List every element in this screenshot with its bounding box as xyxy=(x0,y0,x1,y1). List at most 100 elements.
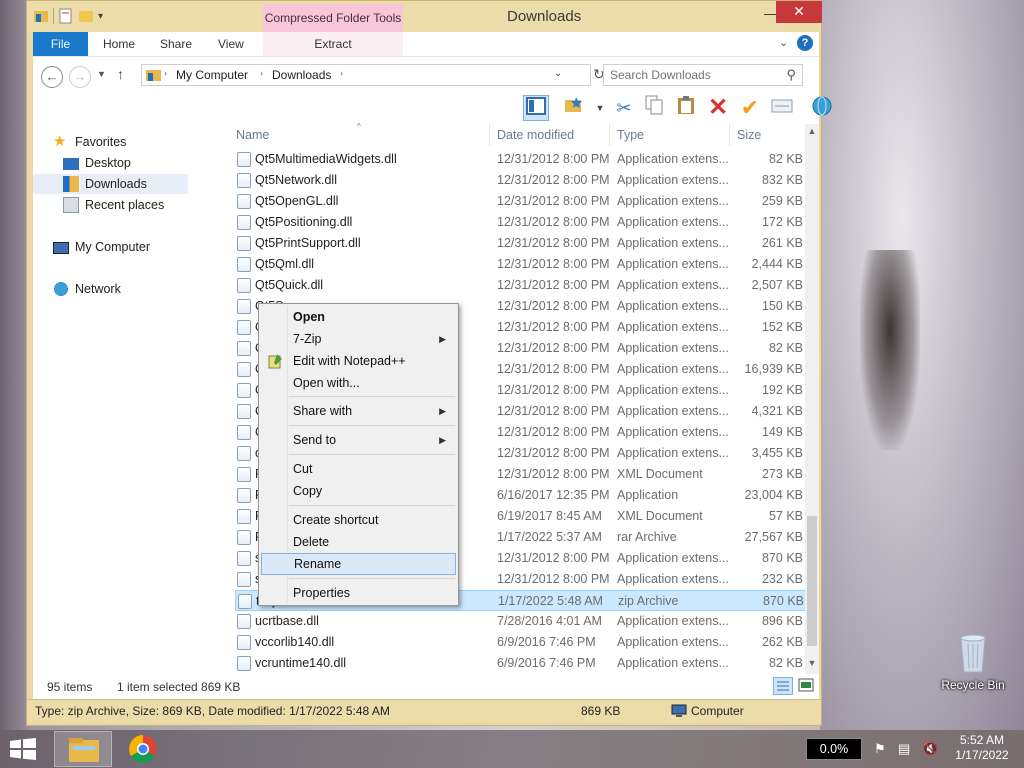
nav-network-label: Network xyxy=(75,282,121,296)
network-tray-icon[interactable]: ▤ xyxy=(898,741,910,768)
menu-item-open[interactable]: Open xyxy=(261,306,456,328)
column-header-type[interactable]: Type xyxy=(617,128,644,142)
tab-view[interactable]: View xyxy=(206,32,256,56)
cut-icon[interactable]: ✂ xyxy=(611,95,637,121)
nav-item-downloads[interactable]: Downloads xyxy=(63,174,147,194)
table-row[interactable]: Qt5Quick.dll 12/31/2012 8:00 PM Applicatio… xyxy=(235,275,807,296)
desktop-icon xyxy=(63,158,79,170)
up-button[interactable]: ↑ xyxy=(117,66,124,82)
back-button[interactable]: ← xyxy=(41,66,63,88)
table-row[interactable]: Qt5OpenGL.dll 12/31/2012 8:00 PM Applicati… xyxy=(235,191,807,212)
nav-item-my-computer[interactable]: My Computer xyxy=(53,237,150,257)
large-icons-view-icon[interactable] xyxy=(797,677,817,695)
address-dropdown-icon[interactable]: ⌄ xyxy=(554,68,562,79)
customize-qat-icon[interactable]: ▾ xyxy=(98,11,103,22)
delete-icon[interactable]: ✕ xyxy=(705,95,731,121)
desktop-icon-recycle-bin[interactable]: Recycle Bin xyxy=(938,630,1008,692)
menu-item-rename[interactable]: Rename xyxy=(261,553,456,575)
nav-item-desktop[interactable]: Desktop xyxy=(63,153,131,173)
file-date: 12/31/2012 8:00 PM xyxy=(497,236,610,250)
menu-item-copy[interactable]: Copy xyxy=(261,480,456,502)
column-divider[interactable] xyxy=(729,124,730,146)
table-row[interactable]: Qt5Network.dll 12/31/2012 8:00 PM Applicat… xyxy=(235,170,807,191)
preview-pane-icon[interactable] xyxy=(523,95,549,121)
volume-muted-icon[interactable]: 🔇 xyxy=(922,741,938,768)
file-type: rar Archive xyxy=(617,530,677,544)
file-date: 12/31/2012 8:00 PM xyxy=(497,173,610,187)
file-icon xyxy=(237,551,251,566)
column-divider[interactable] xyxy=(609,124,610,146)
table-row[interactable]: vcruntime140.dll 6/9/2016 7:46 PM Applicat… xyxy=(235,653,807,674)
tab-extract[interactable]: Extract xyxy=(263,32,403,56)
table-row[interactable]: Qt5Positioning.dll 12/31/2012 8:00 PM Appl… xyxy=(235,212,807,233)
nav-item-favorites[interactable]: ★ Favorites xyxy=(53,132,126,152)
help-icon[interactable]: ? xyxy=(797,35,813,51)
forward-button[interactable]: → xyxy=(69,66,91,88)
flag-icon[interactable]: ⚑ xyxy=(874,741,886,768)
menu-item-delete[interactable]: Delete xyxy=(261,531,456,553)
taskbar-file-explorer[interactable] xyxy=(54,731,112,767)
column-header-date[interactable]: Date modified xyxy=(497,128,574,142)
tab-home[interactable]: Home xyxy=(91,32,147,56)
command-toolbar: ▼ ✂ ✕ ✔ xyxy=(33,92,832,124)
search-box[interactable]: ⚲ xyxy=(603,64,803,86)
folder-nav-icon[interactable] xyxy=(33,8,49,24)
search-input[interactable] xyxy=(610,65,780,85)
file-icon xyxy=(237,299,251,314)
table-row[interactable]: Qt5Qml.dll 12/31/2012 8:00 PM Application … xyxy=(235,254,807,275)
menu-item-cut[interactable]: Cut xyxy=(261,458,456,480)
folder-options-icon[interactable] xyxy=(561,95,587,121)
menu-item-share-with[interactable]: Share with ▶ xyxy=(261,400,456,422)
clock[interactable]: 5:52 AM 1/17/2022 xyxy=(944,733,1020,763)
network-globe-icon[interactable] xyxy=(809,95,835,121)
recent-locations-icon[interactable]: ▼ xyxy=(97,69,106,79)
copy-icon[interactable] xyxy=(641,95,667,121)
title-bar[interactable]: ▾ Compressed Folder Tools Downloads — ✕ xyxy=(27,1,822,32)
column-header-name[interactable]: Name xyxy=(236,128,269,142)
options-dropdown-icon[interactable]: ▼ xyxy=(587,95,613,121)
menu-item-open-with[interactable]: Open with... xyxy=(261,372,456,394)
menu-item-create-shortcut[interactable]: Create shortcut xyxy=(261,509,456,531)
vertical-scrollbar[interactable]: ▲ ▼ xyxy=(805,124,819,674)
table-row[interactable]: ucrtbase.dll 7/28/2016 4:01 AM Application… xyxy=(235,611,807,632)
menu-item-properties[interactable]: Properties xyxy=(261,582,456,604)
nav-item-network[interactable]: Network xyxy=(53,279,121,299)
scrollbar-thumb[interactable] xyxy=(807,516,817,646)
tab-share[interactable]: Share xyxy=(148,32,204,56)
breadcrumb-downloads[interactable]: Downloads xyxy=(272,68,331,82)
nav-desktop-label: Desktop xyxy=(85,156,131,170)
taskbar-chrome[interactable] xyxy=(114,731,172,767)
menu-item-notepad[interactable]: Edit with Notepad++ xyxy=(261,350,456,372)
scroll-down-icon[interactable]: ▼ xyxy=(805,658,819,672)
quick-access-toolbar: ▾ xyxy=(33,8,103,24)
scroll-up-icon[interactable]: ▲ xyxy=(805,126,819,140)
file-type: Application extens... xyxy=(617,215,729,229)
details-view-icon[interactable] xyxy=(773,677,793,695)
file-date: 12/31/2012 8:00 PM xyxy=(497,446,610,460)
menu-item-7zip[interactable]: 7-Zip ▶ xyxy=(261,328,456,350)
close-button[interactable]: ✕ xyxy=(776,1,822,23)
expand-ribbon-icon[interactable]: ⌄ xyxy=(779,36,788,49)
notepad-plus-plus-icon xyxy=(268,354,282,369)
rename-icon[interactable]: ✔ xyxy=(737,95,763,121)
menu-item-send-to[interactable]: Send to ▶ xyxy=(261,429,456,451)
nav-item-recent[interactable]: Recent places xyxy=(63,195,164,215)
tab-file[interactable]: File xyxy=(33,32,88,56)
table-row[interactable]: Qt5MultimediaWidgets.dll 12/31/2012 8:00 … xyxy=(235,149,807,170)
table-row[interactable]: vccorlib140.dll 6/9/2016 7:46 PM Applicati… xyxy=(235,632,807,653)
file-size: 2,507 KB xyxy=(751,278,803,292)
status-bar: 95 items 1 item selected 869 KB xyxy=(33,674,819,699)
breadcrumb-my-computer[interactable]: My Computer xyxy=(176,68,248,82)
desktop-wallpaper xyxy=(820,0,1024,730)
start-button[interactable] xyxy=(8,738,38,760)
address-bar[interactable]: › My Computer › Downloads › ⌄ xyxy=(141,64,591,86)
properties-toolbar-icon[interactable] xyxy=(769,95,795,121)
paste-icon[interactable] xyxy=(673,95,699,121)
navigation-pane: ★ Favorites Desktop Downloads Recent pla… xyxy=(33,124,193,674)
file-date: 12/31/2012 8:00 PM xyxy=(497,572,610,586)
column-divider[interactable] xyxy=(489,124,490,146)
properties-icon[interactable] xyxy=(58,8,74,24)
column-header-size[interactable]: Size xyxy=(737,128,761,142)
table-row[interactable]: Qt5PrintSupport.dll 12/31/2012 8:00 PM App… xyxy=(235,233,807,254)
new-folder-icon[interactable] xyxy=(78,8,94,24)
